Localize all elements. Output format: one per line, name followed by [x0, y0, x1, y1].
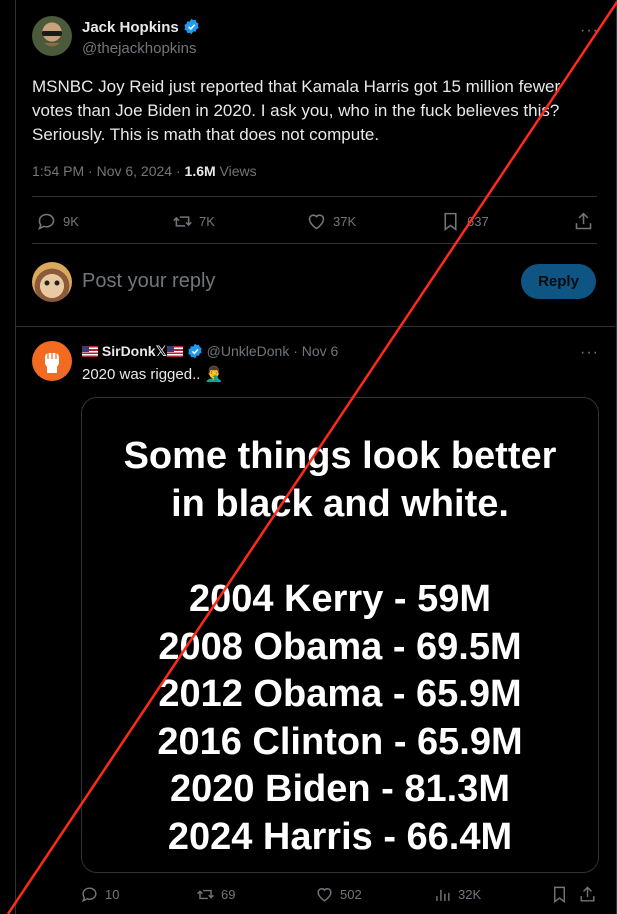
reply-icon	[36, 211, 57, 232]
image-text-line: 2004 Kerry - 59M	[188, 578, 492, 620]
reply-action[interactable]: 9K	[36, 211, 79, 232]
verified-badge-icon	[187, 343, 203, 362]
reply-input[interactable]: Post your reply	[82, 270, 215, 293]
views-count: 1.6M	[184, 163, 216, 179]
like-action[interactable]: 502	[315, 885, 362, 904]
repost-action[interactable]: 7K	[172, 211, 215, 232]
tweet-text-line: Seriously. This is math that does not co…	[32, 125, 380, 144]
repost-action[interactable]: 69	[196, 885, 235, 904]
views-action[interactable]: 32K	[433, 885, 481, 904]
reply-icon	[80, 885, 99, 904]
like-count: 37K	[333, 214, 357, 229]
divider	[32, 196, 597, 197]
like-count: 502	[340, 887, 362, 902]
us-flag-icon	[82, 346, 98, 357]
reply-count: 9K	[63, 214, 79, 229]
reply-author-name[interactable]: SirDonk	[102, 343, 156, 359]
repost-icon	[172, 211, 193, 232]
heart-icon	[306, 211, 327, 232]
image-text-line: 2008 Obama - 69.5M	[158, 625, 522, 668]
tweet-text: MSNBC Joy Reid just reported that Kamala…	[32, 75, 602, 147]
image-text-top: Some things look better in black and whi…	[82, 432, 598, 528]
repost-icon	[196, 885, 215, 904]
heart-icon	[315, 885, 334, 904]
reply-author-avatar[interactable]	[32, 341, 72, 381]
views-label: Views	[215, 163, 257, 179]
reply-button[interactable]: Reply	[521, 264, 596, 299]
divider	[32, 243, 597, 244]
reply-text: 2020 was rigged.. 🤦‍♂️	[82, 366, 224, 383]
reply-author-row: SirDonk𝕏 @UnkleDonk · Nov 6	[82, 343, 338, 362]
image-text-list: 2004 Kerry - 59M 2008 Obama - 69.5M 2012…	[82, 576, 598, 861]
reply-date[interactable]: · Nov 6	[289, 343, 338, 359]
analytics-icon	[433, 885, 452, 904]
image-text-line: 2020 Biden - 81.3M	[169, 768, 511, 810]
image-text-line: Some things look better	[123, 435, 557, 477]
repost-count: 7K	[199, 214, 215, 229]
more-options-icon[interactable]: ···	[580, 344, 599, 362]
author-handle[interactable]: @thejackhopkins	[82, 40, 196, 57]
image-text-line: 2024 Harris - 66.4M	[167, 815, 513, 858]
author-name-row: Jack Hopkins	[82, 18, 200, 39]
tweet-text-line: MSNBC Joy Reid just reported that Kamala…	[32, 77, 561, 96]
tweet-meta: 1:54 PM · Nov 6, 2024 · 1.6M Views	[32, 163, 257, 179]
image-text-line: in black and white.	[171, 483, 509, 525]
image-text-line: 2016 Clinton - 65.9M	[157, 720, 523, 763]
repost-count: 69	[221, 887, 236, 902]
share-icon[interactable]	[578, 885, 597, 904]
author-name[interactable]: Jack Hopkins	[82, 19, 179, 36]
reply-count: 10	[105, 887, 120, 902]
my-avatar[interactable]	[32, 262, 72, 302]
share-icon[interactable]	[573, 211, 594, 232]
verified-badge-icon	[183, 18, 200, 39]
more-options-icon[interactable]: ···	[580, 22, 599, 40]
x-logo-icon: 𝕏	[155, 343, 167, 359]
bookmark-icon[interactable]	[550, 885, 569, 904]
like-action[interactable]: 37K	[306, 211, 356, 232]
tweet-text-line: votes than Joe Biden in 2020. I ask you,…	[32, 101, 560, 120]
reply-author-handle[interactable]: @UnkleDonk	[207, 343, 290, 359]
reply-action[interactable]: 10	[80, 885, 119, 904]
divider	[16, 326, 615, 327]
image-text-line: 2012 Obama - 65.9M	[158, 673, 522, 715]
tweet-timestamp[interactable]: 1:54 PM · Nov 6, 2024 ·	[32, 163, 185, 179]
us-flag-icon	[166, 346, 183, 357]
author-avatar[interactable]	[32, 16, 72, 56]
bookmark-icon	[440, 211, 461, 232]
reply-image[interactable]: Some things look better in black and whi…	[81, 397, 599, 873]
bookmark-action[interactable]: 637	[440, 211, 489, 232]
bookmark-count: 637	[467, 214, 489, 229]
views-count: 32K	[458, 887, 482, 902]
